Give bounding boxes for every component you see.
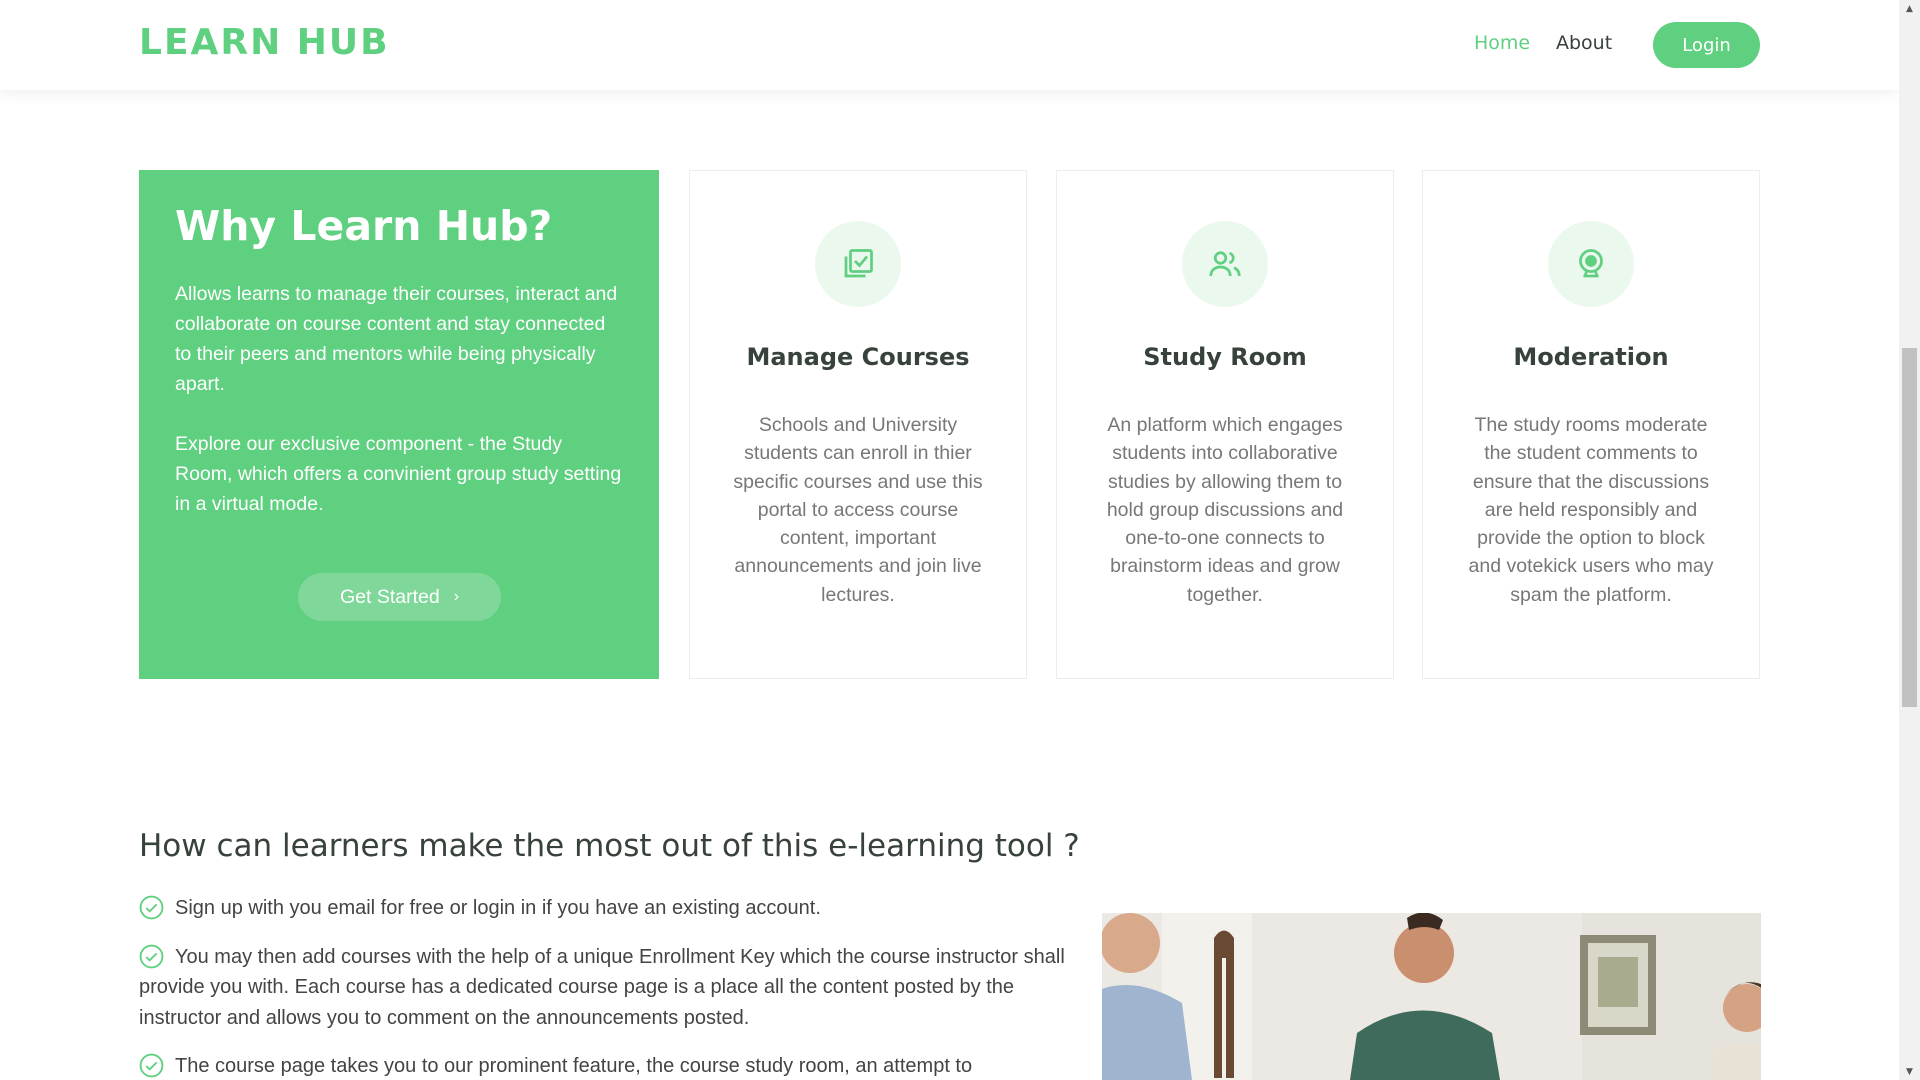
feature-text: Schools and University students can enro…: [733, 414, 983, 606]
why-title: Why Learn Hub?: [175, 202, 553, 250]
get-started-button[interactable]: Get Started ›: [298, 573, 501, 621]
why-paragraph-1: Allows learns to manage their courses, i…: [175, 283, 618, 396]
step-text: You may then add courses with the help o…: [139, 945, 1065, 1029]
site-header: LEARN HUB Home About Login: [0, 0, 1899, 90]
feature-title: Study Room: [1143, 343, 1307, 371]
nav-home-link[interactable]: Home: [1474, 32, 1530, 54]
feature-card-moderation: Moderation The study rooms moderate the …: [1422, 170, 1760, 679]
list-item: You may then add courses with the help o…: [139, 942, 1073, 1034]
why-paragraph-2: Explore our exclusive component - the St…: [175, 433, 622, 516]
list-item: Sign up with you email for free or login…: [139, 893, 1073, 924]
chevron-right-icon: ›: [453, 588, 460, 605]
list-item: The course page takes you to our promine…: [139, 1051, 1073, 1080]
page: LEARN HUB Home About Login Why Learn Hub…: [0, 0, 1899, 1080]
people-icon: [1182, 221, 1268, 307]
step-text: Sign up with you email for free or login…: [175, 897, 821, 919]
why-learn-hub-box: Why Learn Hub? Allows learns to manage t…: [139, 170, 659, 679]
feature-card-manage-courses: Manage Courses Schools and University st…: [689, 170, 1027, 679]
feature-card-study-room: Study Room An platform which engages stu…: [1056, 170, 1394, 679]
feature-title: Manage Courses: [746, 343, 970, 371]
steps-list: Sign up with you email for free or login…: [139, 893, 1073, 1080]
feature-text: An platform which engages students into …: [1106, 414, 1344, 606]
login-button[interactable]: Login: [1653, 22, 1760, 68]
scroll-down-icon[interactable]: ▼: [1899, 1063, 1920, 1080]
nav-about-link[interactable]: About: [1556, 32, 1612, 54]
check-circle-icon: [139, 1053, 164, 1078]
course-check-icon: [815, 221, 901, 307]
get-started-label: Get Started: [339, 585, 440, 608]
webcam-icon: [1548, 221, 1634, 307]
scrollbar-thumb[interactable]: [1902, 348, 1917, 707]
vertical-scrollbar[interactable]: ▲ ▼: [1899, 0, 1920, 1080]
step-text: The course page takes you to our promine…: [175, 1055, 973, 1077]
site-logo[interactable]: LEARN HUB: [139, 22, 390, 63]
learners-photo: [1102, 913, 1761, 1080]
how-section-title: How can learners make the most out of th…: [139, 828, 1080, 864]
feature-title: Moderation: [1513, 343, 1669, 371]
check-circle-icon: [139, 944, 164, 968]
scroll-up-icon[interactable]: ▲: [1899, 0, 1920, 17]
check-circle-icon: [139, 895, 164, 920]
feature-text: The study rooms moderate the student com…: [1468, 414, 1714, 606]
